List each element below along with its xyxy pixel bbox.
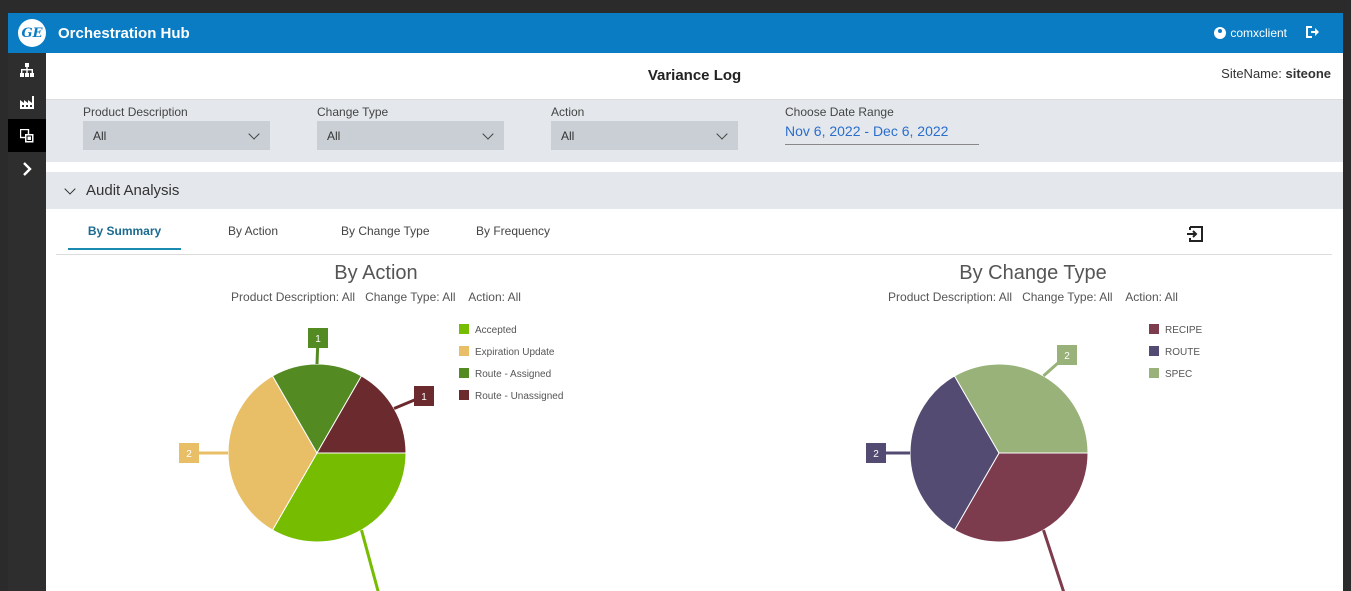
chart-subtitle: Product Description: All Change Type: Al… [888,290,1178,304]
chevron-right-icon [22,161,32,176]
date-range-label: Choose Date Range [785,105,894,119]
legend-swatch [459,346,469,356]
pie-chart-by-change-type: By Change Type Product Description: All … [866,262,1203,591]
legend-swatch [459,324,469,334]
change-type-select-value: All [327,128,341,143]
tab-bar: By Summary By Action By Change Type By F… [56,220,1332,255]
chevron-down-icon [716,127,728,140]
site-name: SiteName: siteone [1221,66,1331,81]
user-circle-icon [1214,27,1227,39]
action-select[interactable]: All [551,121,738,150]
sidebar-item-hierarchy[interactable] [8,53,46,86]
product-select[interactable]: All [83,121,270,150]
product-filter-label: Product Description [83,105,188,119]
legend-label[interactable]: Accepted [475,325,517,336]
main-panel: Variance Log SiteName: siteone Product D… [46,53,1343,591]
chart-subtitle: Product Description: All Change Type: Al… [231,290,521,304]
copy-icon [20,128,34,143]
callout-line [360,529,380,591]
data-label: 1 [315,334,321,345]
sidebar-item-copy[interactable] [8,119,46,152]
audit-analysis-header[interactable]: Audit Analysis [46,172,1343,209]
date-range-filter: Choose Date Range Nov 6, 2022 - Dec 6, 2… [785,105,979,145]
sidebar-item-expand[interactable] [8,152,46,185]
date-range-input[interactable]: Nov 6, 2022 - Dec 6, 2022 [785,123,979,145]
legend-swatch [459,368,469,378]
section-title: Audit Analysis [86,182,180,199]
chevron-down-icon [64,182,76,195]
app-title[interactable]: Orchestration Hub [58,25,190,42]
legend-label[interactable]: SPEC [1165,369,1192,380]
data-label: 1 [421,392,427,403]
sidebar-item-factory[interactable] [8,86,46,119]
change-type-select[interactable]: All [317,121,504,150]
sidebar [8,53,46,591]
action-select-value: All [561,128,575,143]
legend-label[interactable]: Route - Assigned [475,369,551,380]
action-filter: Action All [551,105,738,150]
charts-area: By Action Product Description: All Chang… [179,262,1203,591]
legend-swatch [1149,346,1159,356]
legend-label[interactable]: ROUTE [1165,347,1200,358]
chart-title: By Action [334,262,417,284]
tab-by-summary[interactable]: By Summary [68,224,181,250]
change-type-filter: Change Type All [317,105,504,150]
data-label: 2 [1064,351,1070,362]
data-label: 2 [873,449,879,460]
export-icon[interactable] [1186,225,1204,248]
page-header: Variance Log SiteName: siteone [46,53,1343,100]
hierarchy-icon [20,62,34,77]
chevron-down-icon [248,127,260,140]
legend-label[interactable]: Route - Unassigned [475,391,563,402]
legend-swatch [459,390,469,400]
product-select-value: All [93,128,107,143]
tab-by-frequency[interactable]: By Frequency [476,224,550,248]
legend-swatch [1149,324,1159,334]
site-name-value: siteone [1285,66,1331,81]
filter-bar: Product Description All Change Type All … [46,100,1343,162]
callout-line [1042,529,1065,591]
action-filter-label: Action [551,105,585,119]
username[interactable]: comxclient [1230,26,1287,40]
page-title: Variance Log [647,67,742,84]
legend-label[interactable]: Expiration Update [475,347,555,358]
tab-by-action[interactable]: By Action [228,224,278,248]
legend-swatch [1149,368,1159,378]
product-filter: Product Description All [83,105,270,150]
chevron-down-icon [482,127,494,140]
top-bar: GE Orchestration Hub comxclient [8,13,1343,53]
change-type-filter-label: Change Type [317,105,389,119]
data-label: 2 [186,449,192,460]
legend-label[interactable]: RECIPE [1165,325,1203,336]
pie-chart-by-action: By Action Product Description: All Chang… [179,262,563,591]
user-area: comxclient [1214,25,1319,42]
factory-icon [20,96,34,109]
chart-title: By Change Type [959,262,1107,284]
site-name-label: SiteName: [1221,66,1282,81]
ge-logo[interactable]: GE [18,19,46,47]
tab-by-change-type[interactable]: By Change Type [341,224,430,248]
logout-icon[interactable] [1305,25,1319,42]
